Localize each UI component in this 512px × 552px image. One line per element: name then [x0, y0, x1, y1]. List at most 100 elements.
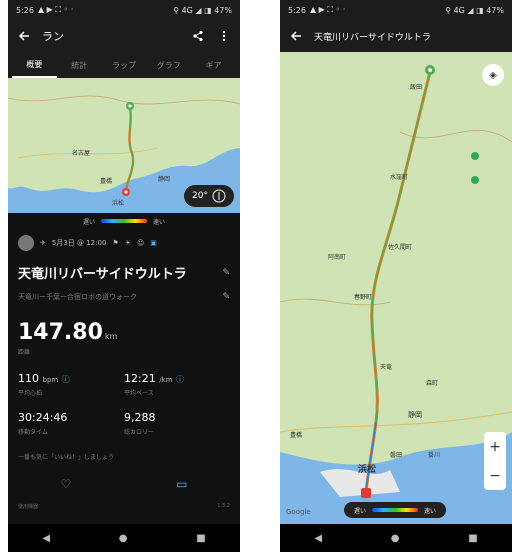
city-label: 名古屋 [72, 150, 91, 157]
city-label: 豊橋 [100, 178, 113, 185]
photo-icon[interactable]: ▣ [150, 239, 157, 247]
run-icon: ✈ [40, 239, 46, 247]
place-label: 春野町 [354, 294, 373, 301]
tab-graph[interactable]: グラフ [146, 54, 191, 77]
kudos-prompt: 一番も気に「いいね！」しましょう [18, 454, 115, 461]
place-label: 阿南町 [328, 254, 347, 261]
activity-title: 天竜川リバーサイドウルトラ [18, 267, 187, 282]
comment-icon[interactable]: ▭ [176, 477, 187, 491]
page-title: 天竜川リバーサイドウルトラ [314, 32, 431, 43]
place-label: 静岡 [408, 411, 422, 419]
legend-fast-label: 速い [153, 218, 166, 226]
distance-label: 距離 [18, 349, 31, 356]
nav-recents-icon[interactable]: ■ [468, 533, 477, 544]
distance-number: 147.80 [18, 320, 103, 345]
nav-back-icon[interactable]: ◀ [42, 533, 50, 544]
stat-unit: /km [159, 376, 173, 384]
place-label: 磐田 [390, 452, 403, 459]
route-map-preview[interactable]: 名古屋 豊橋 浜松 静岡 20° [8, 78, 240, 213]
distance-value: 147.80 km [8, 312, 240, 345]
meta-icon-2: ☀ [124, 239, 131, 247]
layers-icon[interactable]: ◈ [482, 64, 504, 86]
info-icon[interactable]: ⓘ [62, 375, 70, 384]
info-icon[interactable]: ⓘ [176, 375, 184, 384]
stat-label: 移動タイム [18, 429, 48, 436]
status-bar: 5:26 ▲ ▶ ⛶ ◦ · ⚲ 4G ◢ ◨ 47% [280, 0, 512, 20]
pace-legend: 遅い 速い [344, 502, 447, 518]
tab-laps[interactable]: ラップ [102, 54, 147, 77]
share-icon[interactable] [190, 28, 206, 44]
status-bar: 5:26 ▲ ▶ ⛶ ◦ · ⚲ 4G ◢ ◨ 47% [8, 0, 240, 20]
top-app-bar: ラン [8, 20, 240, 52]
activity-summary-screen: 5:26 ▲ ▶ ⛶ ◦ · ⚲ 4G ◢ ◨ 47% ラン 概要 統計 ラップ… [8, 0, 240, 552]
place-label: 飯田 [410, 84, 423, 91]
route-map-screen: 5:26 ▲ ▶ ⛶ ◦ · ⚲ 4G ◢ ◨ 47% 天竜川リバーサイドウルト… [280, 0, 512, 552]
zoom-in-button[interactable]: + [489, 439, 501, 455]
activity-description-row: 天竜川ー千葉ー合宿ロボの道ウォーク ✎ [8, 288, 240, 312]
weather-badge[interactable]: 20° [184, 185, 234, 207]
stat-avg-hr: 110 bpm ⓘ 平均心拍 [18, 372, 124, 397]
status-icons-left: ▲ ▶ ⛶ ◦ · [309, 5, 346, 14]
full-route-map[interactable]: 浜松 静岡 豊橋 飯田 天竜 掛川 磐田 森町 春野町 佐久間町 水窪町 阿南町… [280, 52, 512, 524]
page-title: ラン [42, 30, 64, 43]
meta-icon-3: ☺ [136, 239, 145, 247]
stat-avg-pace: 12:21 /km ⓘ 平均ペース [124, 372, 230, 397]
nav-home-icon[interactable]: ● [391, 533, 400, 544]
version-label: 1.3.2 [217, 503, 230, 509]
kudos-heart-icon[interactable]: ♡ [60, 477, 71, 491]
stat-value: 30:24:46 [18, 411, 68, 424]
activity-meta-row: ✈ 5月3日 @ 12:00 ⚑ ☀ ☺ ▣ [8, 229, 240, 257]
city-label: 静岡 [158, 176, 171, 183]
android-nav-bar: ◀ ● ■ [8, 524, 240, 552]
status-icons-right: ⚲ 4G ◢ ◨ 47% [445, 5, 504, 15]
place-label: 森町 [426, 380, 439, 387]
status-time: 5:26 [16, 5, 34, 15]
android-nav-bar: ◀ ● ■ [280, 524, 512, 552]
tab-overview[interactable]: 概要 [12, 53, 57, 78]
meta-icon-1: ⚑ [112, 239, 119, 247]
edit-icon[interactable]: ✎ [222, 268, 230, 278]
activity-title-row: 天竜川リバーサイドウルトラ ✎ [8, 257, 240, 288]
more-vert-icon[interactable] [216, 28, 232, 44]
avatar[interactable] [18, 235, 34, 251]
activity-date: 5月3日 @ 12:00 [51, 239, 107, 247]
legend-fast-label: 速い [424, 507, 437, 515]
legend-slow-label: 遅い [354, 507, 367, 515]
action-row: ♡ ▭ [8, 471, 240, 497]
status-time: 5:26 [288, 5, 306, 15]
back-arrow-icon[interactable] [16, 28, 32, 44]
place-label: 掛川 [428, 452, 441, 459]
zoom-controls: + − [484, 432, 506, 490]
nav-home-icon[interactable]: ● [119, 533, 128, 544]
place-label: 浜松 [358, 465, 377, 475]
tab-gear[interactable]: ギア [191, 54, 236, 77]
pace-gradient-bar [101, 219, 147, 223]
zoom-out-button[interactable]: − [489, 468, 501, 484]
stat-label: 総カロリー [124, 429, 155, 436]
place-label: 佐久間町 [388, 244, 413, 251]
stats-grid: 110 bpm ⓘ 平均心拍 12:21 /km ⓘ 平均ペース 30:24:4… [8, 366, 240, 436]
legend-slow-label: 遅い [82, 218, 95, 226]
tab-bar: 概要 統計 ラップ グラフ ギア [8, 52, 240, 78]
top-app-bar: 天竜川リバーサイドウルトラ [280, 20, 512, 52]
stat-calories: 9,288 総カロリー [124, 411, 230, 436]
temperature-label: 20° [192, 191, 208, 201]
activity-description: 天竜川ー千葉ー合宿ロボの道ウォーク [18, 293, 137, 301]
back-arrow-icon[interactable] [288, 28, 304, 44]
tab-stats[interactable]: 統計 [57, 54, 102, 77]
device-label: 使用機器 [18, 504, 39, 510]
nav-back-icon[interactable]: ◀ [314, 533, 322, 544]
stat-moving-time: 30:24:46 移動タイム [18, 411, 124, 436]
status-icons-right: ⚲ 4G ◢ ◨ 47% [173, 5, 232, 15]
end-marker-icon [361, 488, 371, 498]
stat-value: 110 [18, 372, 39, 385]
place-label: 豊橋 [290, 432, 303, 439]
edit-description-icon[interactable]: ✎ [222, 292, 230, 302]
nav-recents-icon[interactable]: ■ [196, 533, 205, 544]
google-logo: Google [286, 508, 311, 516]
city-label: 浜松 [112, 200, 125, 207]
wind-direction-icon [212, 189, 226, 203]
pace-gradient-bar [372, 508, 419, 512]
stat-value: 9,288 [124, 411, 156, 424]
stat-label: 平均心拍 [18, 390, 43, 397]
